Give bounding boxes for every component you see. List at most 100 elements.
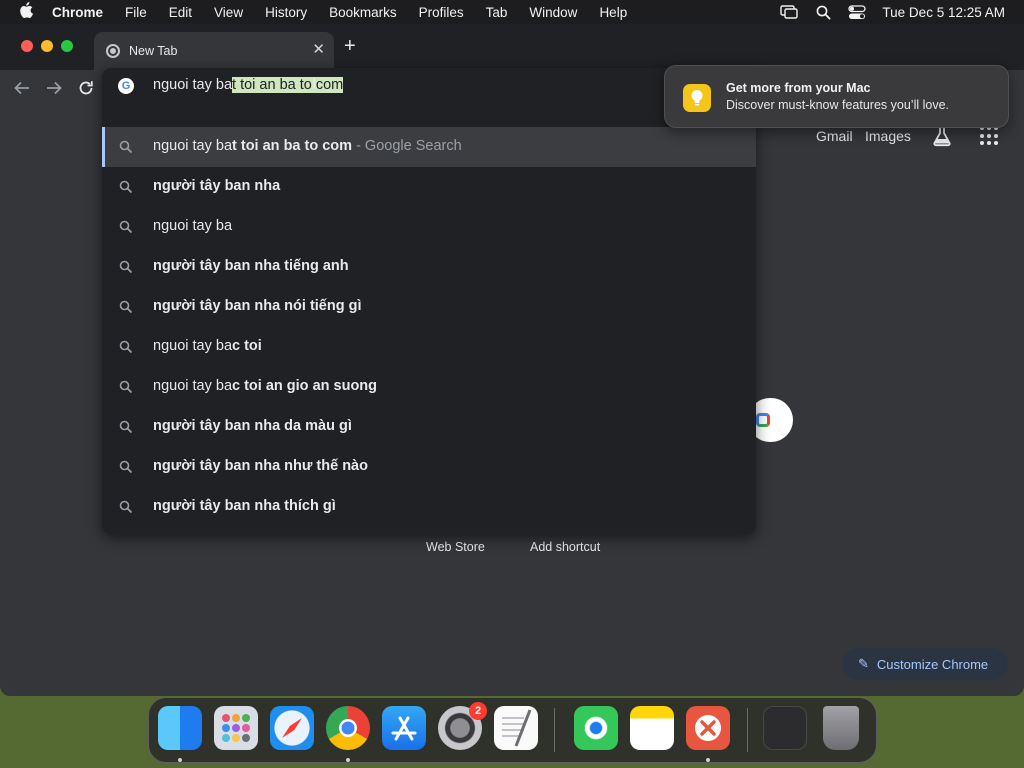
notification-title: Get more from your Mac (726, 81, 871, 95)
menu-tab[interactable]: Tab (475, 5, 519, 20)
window-maximize-button[interactable] (61, 40, 73, 52)
search-icon (119, 500, 133, 514)
suggestion-completion: người tây ban nha thích gì (153, 498, 336, 514)
textedit-icon[interactable] (494, 706, 538, 750)
suggestion-text: người tây ban nha tiếng anh (153, 258, 349, 274)
forward-arrow-icon[interactable] (42, 76, 66, 100)
menu-clock[interactable]: Tue Dec 5 12:25 AM (874, 5, 1024, 20)
suggestion-item[interactable]: nguoi tay bac toi an gio an suong (102, 367, 756, 407)
dock-running-indicator (178, 758, 182, 762)
google-lens-icon (756, 413, 770, 427)
omnibox-dropdown: G nguoi tay bat toi an ba to com I nguoi… (102, 68, 756, 534)
notes-icon[interactable] (630, 706, 674, 750)
suggestion-typed: nguoi tay ba (153, 218, 233, 234)
suggestion-completion: t toi an ba to com (232, 138, 353, 154)
suggestion-item[interactable]: người tây ban nha thích gì (102, 487, 756, 527)
google-apps-grid-icon[interactable] (980, 126, 1000, 146)
dock-separator (554, 708, 555, 752)
search-icon (119, 220, 133, 234)
suggestion-item[interactable]: người tây ban nha (102, 167, 756, 207)
dock-separator (747, 708, 748, 752)
apple-menu-icon[interactable] (0, 2, 52, 22)
suggestion-item[interactable]: người tây ban nha tiếng anh (102, 247, 756, 287)
text-cursor-icon: I (312, 76, 317, 93)
search-icon (119, 380, 133, 394)
suggestion-item[interactable]: người tây ban nha như thế nào (102, 447, 756, 487)
find-my-icon[interactable] (574, 706, 618, 750)
suggestion-item[interactable]: người tây ban nha da màu gì (102, 407, 756, 447)
launchpad-icon[interactable] (214, 706, 258, 750)
customize-chrome-label: Customize Chrome (876, 656, 989, 672)
macos-notification[interactable]: Get more from your Mac Discover must-kno… (664, 65, 1009, 128)
menu-file[interactable]: File (114, 5, 158, 20)
window-minimize-button[interactable] (41, 40, 53, 52)
lightbulb-tips-icon (683, 84, 711, 112)
trash-icon[interactable] (823, 706, 859, 750)
reload-icon[interactable] (74, 76, 98, 100)
suggestion-text: nguoi tay bac toi (153, 338, 262, 354)
menu-history[interactable]: History (254, 5, 318, 20)
window-close-button[interactable] (21, 40, 33, 52)
menu-app-name[interactable]: Chrome (52, 5, 114, 20)
dock-running-indicator (346, 758, 350, 762)
new-tab-plus-icon[interactable]: + (344, 36, 356, 56)
menu-profiles[interactable]: Profiles (408, 5, 475, 20)
suggestion-item[interactable]: nguoi tay ba (102, 207, 756, 247)
chrome-browser-icon[interactable] (326, 706, 370, 750)
suggestion-text: nguoi tay bac toi an gio an suong (153, 378, 377, 394)
suggestion-completion: người tây ban nha (153, 178, 281, 194)
suggestion-item[interactable]: người tây ban nha nói tiếng gì (102, 287, 756, 327)
suggestion-source: - Google Search (352, 138, 462, 154)
suggestion-text: người tây ban nha thích gì (153, 498, 336, 514)
suggestion-completion: người tây ban nha da màu gì (153, 418, 352, 434)
control-center-icon[interactable] (840, 4, 874, 20)
search-icon (119, 180, 133, 194)
google-g-icon: G (118, 78, 134, 94)
gmail-link[interactable]: Gmail (816, 128, 853, 144)
omnibox-autocomplete-selection: t toi an ba to com (232, 77, 344, 93)
suggestion-completion: người tây ban nha như thế nào (153, 458, 368, 474)
menu-bookmarks[interactable]: Bookmarks (318, 5, 408, 20)
safari-compass-icon[interactable] (270, 706, 314, 750)
menu-view[interactable]: View (203, 5, 254, 20)
search-icon (119, 300, 133, 314)
chrome-favicon-icon (106, 44, 120, 58)
notification-body: Discover must-know features you’ll love. (726, 98, 949, 112)
dock-running-indicator (706, 758, 710, 762)
images-link[interactable]: Images (865, 128, 911, 144)
tab-new-tab[interactable]: New Tab ✕ (94, 32, 334, 70)
suggestion-typed: nguoi tay ba (153, 138, 233, 154)
search-icon (119, 340, 133, 354)
pencil-icon: ✎ (858, 656, 869, 671)
screen-mirroring-icon[interactable] (772, 5, 806, 19)
finder-icon[interactable] (158, 706, 202, 750)
suggestion-item[interactable]: nguoi tay bat toi an ba to com - Google … (102, 127, 756, 167)
suggestion-completion: người tây ban nha tiếng anh (153, 258, 349, 274)
tab-close-icon[interactable]: ✕ (312, 42, 325, 58)
search-icon (119, 140, 133, 154)
suggestion-text: nguoi tay ba (153, 218, 232, 234)
remote-desktop-icon[interactable] (686, 706, 730, 750)
spotlight-search-icon[interactable] (806, 5, 840, 20)
suggestion-completion: người tây ban nha nói tiếng gì (153, 298, 362, 314)
shortcut-label-web-store[interactable]: Web Store (426, 540, 485, 554)
menu-window[interactable]: Window (518, 5, 588, 20)
suggestion-typed: nguoi tay ba (153, 338, 233, 354)
screenshot-preview-icon[interactable] (763, 706, 807, 750)
suggestion-item[interactable]: nguoi tay bac toi (102, 327, 756, 367)
suggestion-completion: c toi an gio an suong (232, 378, 378, 394)
customize-chrome-button[interactable]: ✎ Customize Chrome (842, 648, 1008, 680)
menu-edit[interactable]: Edit (158, 5, 203, 20)
tab-strip: New Tab ✕ + (0, 24, 1024, 70)
omnibox-input[interactable]: G nguoi tay bat toi an ba to com I (102, 68, 756, 104)
dock: 2 (148, 697, 877, 763)
suggestion-completion: c toi (232, 338, 262, 354)
app-store-icon[interactable] (382, 706, 426, 750)
back-arrow-icon[interactable] (10, 76, 34, 100)
suggestion-text: người tây ban nha như thế nào (153, 458, 368, 474)
menu-extras: Tue Dec 5 12:25 AM (772, 0, 1024, 24)
search-icon (119, 260, 133, 274)
shortcut-label-add-shortcut[interactable]: Add shortcut (530, 540, 600, 554)
menu-help[interactable]: Help (588, 5, 638, 20)
omnibox-typed-text: nguoi tay ba (153, 77, 233, 93)
